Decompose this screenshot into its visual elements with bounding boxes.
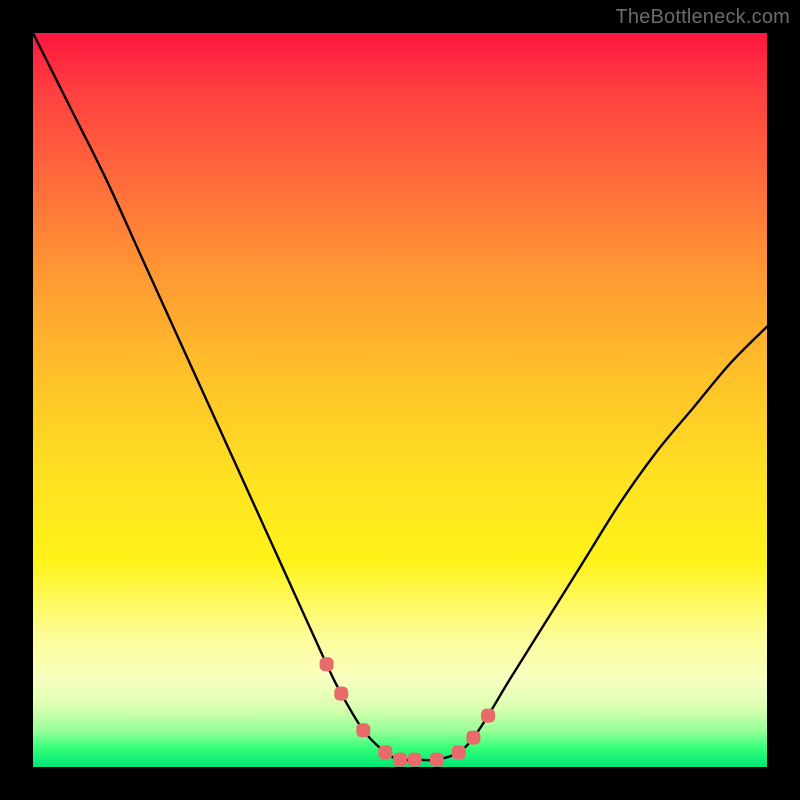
highlight-dot xyxy=(430,753,444,767)
highlight-dot xyxy=(320,657,334,671)
highlight-dot xyxy=(452,745,466,759)
highlight-dot xyxy=(378,745,392,759)
chart-svg xyxy=(33,33,767,767)
highlight-dot xyxy=(481,709,495,723)
outer-frame: TheBottleneck.com xyxy=(0,0,800,800)
highlight-dot xyxy=(408,753,422,767)
watermark-text: TheBottleneck.com xyxy=(615,6,790,29)
highlight-dot xyxy=(393,753,407,767)
highlight-dot xyxy=(356,723,370,737)
plot-area xyxy=(33,33,767,767)
highlight-dot xyxy=(334,687,348,701)
highlight-dot xyxy=(466,731,480,745)
highlight-dots-group xyxy=(320,657,495,766)
bottleneck-curve-path xyxy=(33,33,767,760)
